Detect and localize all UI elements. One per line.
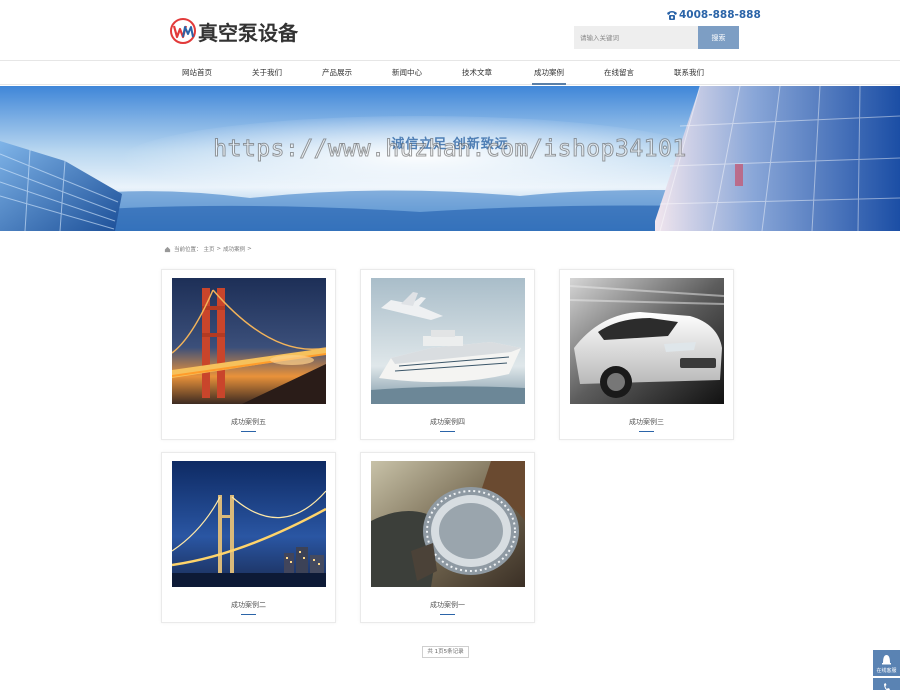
online-service-label: 在线客服 — [876, 668, 897, 674]
golden-gate-bridge-photo[interactable] — [172, 278, 326, 404]
logo-text: 真空泵设备 — [198, 20, 298, 45]
case-title[interactable]: 成功案例一 — [361, 600, 534, 610]
breadcrumb-current[interactable]: 成功案例 — [223, 245, 245, 253]
case-card[interactable]: 成功案例四 — [360, 269, 535, 440]
site-logo[interactable]: 真空泵设备 — [170, 18, 298, 45]
hotline-number: 4008-888-888 — [679, 9, 761, 21]
nav-item-news[interactable]: 新闻中心 — [377, 62, 437, 85]
header: 真空泵设备 4008-888-888 搜索 — [0, 0, 900, 61]
night-bridge-photo[interactable] — [172, 461, 326, 587]
white-car-photo[interactable] — [570, 278, 724, 404]
bell-icon — [882, 655, 891, 665]
case-title[interactable]: 成功案例二 — [162, 600, 335, 610]
breadcrumb-separator: > — [216, 246, 222, 252]
case-title[interactable]: 成功案例三 — [560, 417, 733, 427]
nav-item-contact[interactable]: 联系我们 — [659, 62, 719, 85]
breadcrumb: 当前位置： 主页 > 成功案例 > — [164, 245, 254, 253]
nav-item-home[interactable]: 网站首页 — [167, 62, 227, 85]
nav-item-products[interactable]: 产品展示 — [307, 62, 367, 85]
nav-item-articles[interactable]: 技术文章 — [447, 62, 507, 85]
logo-mark-icon — [170, 18, 196, 44]
hotline: 4008-888-888 — [666, 9, 761, 21]
online-service-button[interactable]: 在线客服 — [873, 650, 900, 676]
page: 真空泵设备 4008-888-888 搜索 网站首页 关于我们 产品展示 新闻中… — [0, 0, 900, 690]
pagination-summary: 共 1页5条记录 — [422, 646, 469, 658]
nav-item-about[interactable]: 关于我们 — [237, 62, 297, 85]
title-underline — [241, 614, 256, 615]
case-card[interactable]: 成功案例一 — [360, 452, 535, 623]
search-input[interactable] — [574, 26, 698, 49]
side-float-bar: 在线客服 — [873, 650, 900, 690]
home-icon — [164, 246, 171, 252]
case-title[interactable]: 成功案例四 — [361, 417, 534, 427]
case-card[interactable]: 成功案例五 — [161, 269, 336, 440]
title-underline — [639, 431, 654, 432]
breadcrumb-separator: > — [247, 246, 252, 252]
search-box: 搜索 — [574, 26, 739, 49]
side-phone-button[interactable] — [873, 678, 900, 690]
case-card[interactable]: 成功案例三 — [559, 269, 734, 440]
case-card[interactable]: 成功案例二 — [161, 452, 336, 623]
phone-icon — [667, 10, 677, 20]
nav-item-message[interactable]: 在线留言 — [589, 62, 649, 85]
title-underline — [440, 431, 455, 432]
title-underline — [440, 614, 455, 615]
breadcrumb-prefix: 当前位置： — [174, 247, 202, 253]
title-underline — [241, 431, 256, 432]
phone-icon — [884, 683, 890, 690]
banner: 诚信立足 创新致远 https://www.huzhan.com/ishop34… — [0, 86, 900, 231]
watermark-text: https://www.huzhan.com/ishop34101 — [213, 136, 687, 163]
cruise-ship-airplane-photo[interactable] — [371, 278, 525, 404]
wristwatch-photo[interactable] — [371, 461, 525, 587]
breadcrumb-home-link[interactable]: 主页 — [204, 245, 215, 253]
main-nav: 网站首页 关于我们 产品展示 新闻中心 技术文章 成功案例 在线留言 联系我们 — [0, 62, 900, 85]
case-title[interactable]: 成功案例五 — [162, 417, 335, 427]
search-button[interactable]: 搜索 — [698, 26, 739, 49]
nav-item-cases[interactable]: 成功案例 — [519, 62, 579, 85]
